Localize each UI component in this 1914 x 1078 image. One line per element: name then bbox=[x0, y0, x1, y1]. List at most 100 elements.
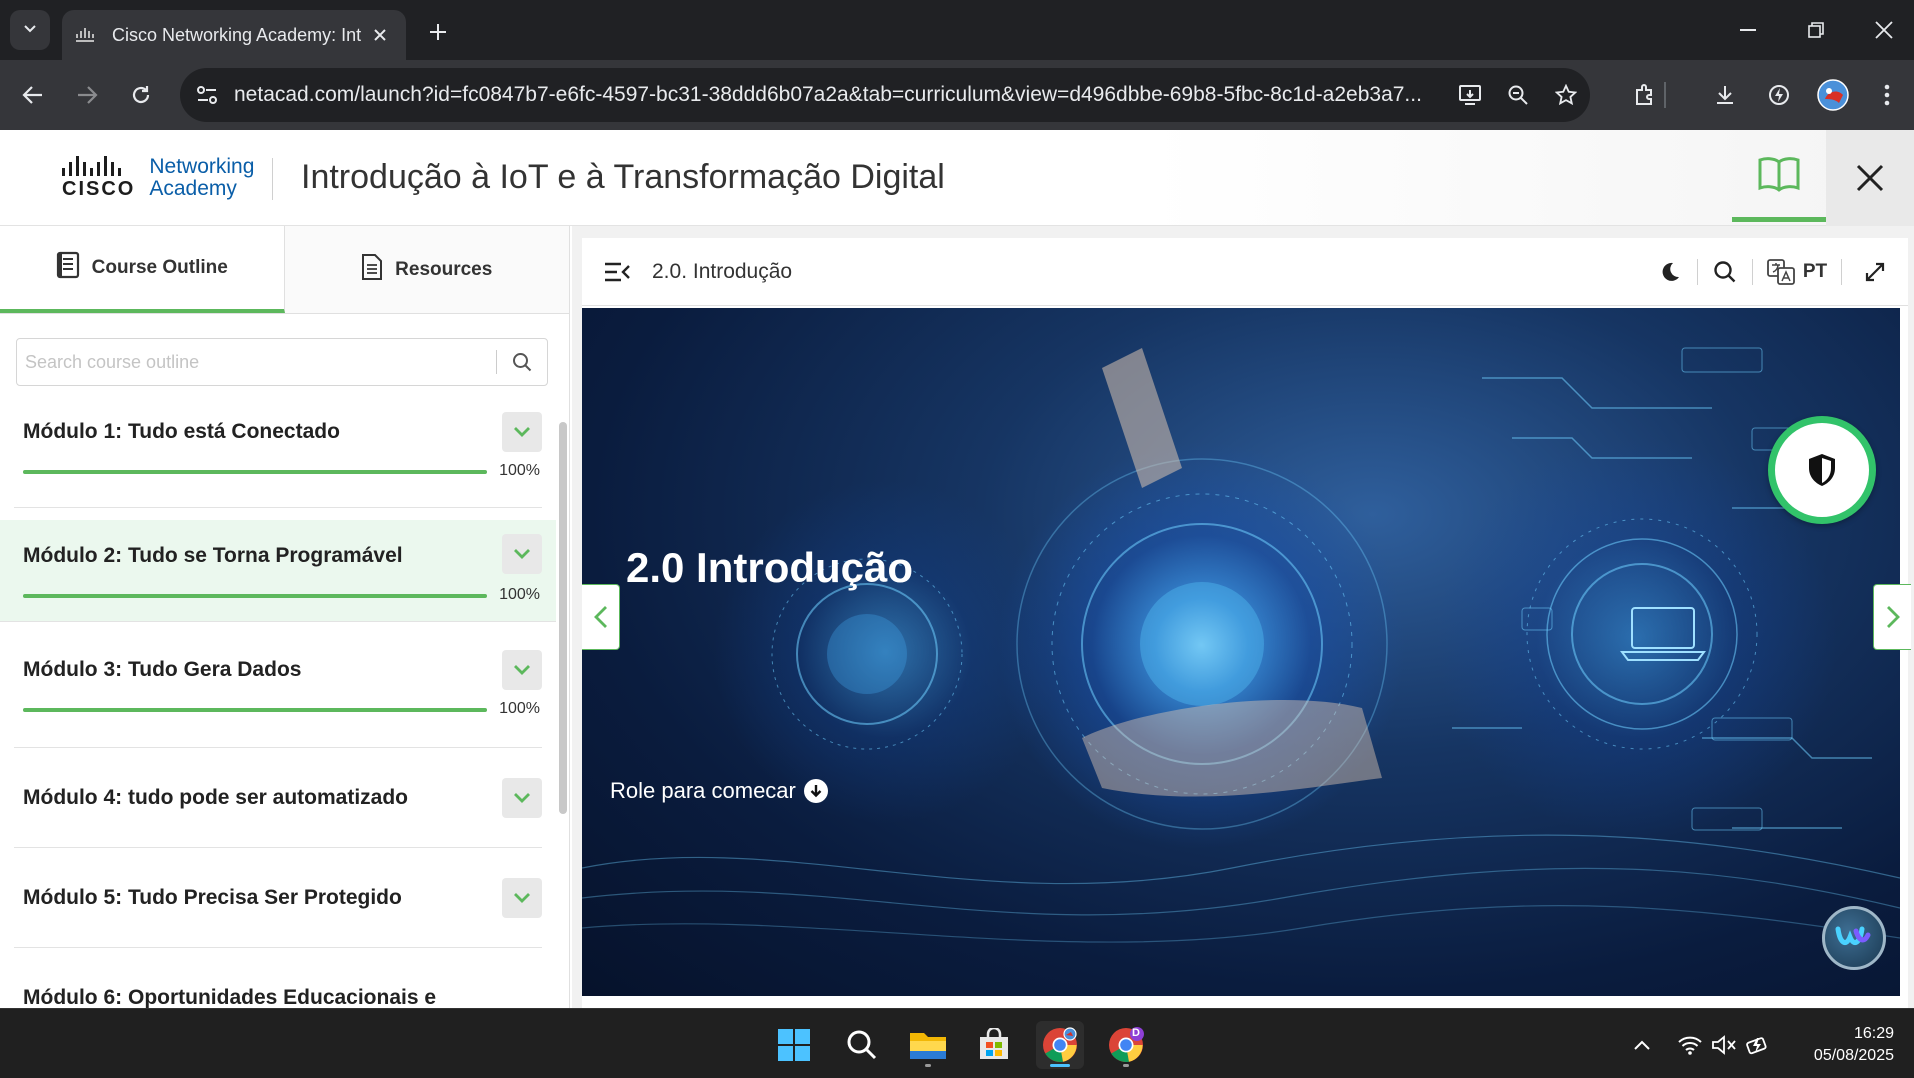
minimize-icon bbox=[1740, 29, 1756, 31]
cisco-bridge-icon bbox=[62, 156, 135, 176]
profile-avatar[interactable] bbox=[1812, 74, 1854, 116]
hero-cta-label: Role para comecar bbox=[610, 778, 796, 803]
reload-button[interactable] bbox=[120, 74, 162, 116]
course-title: Introdução à IoT e à Transformação Digit… bbox=[301, 158, 945, 196]
taskbar-file-explorer[interactable] bbox=[904, 1021, 952, 1069]
restore-button[interactable] bbox=[1786, 10, 1846, 50]
close-icon bbox=[1856, 164, 1884, 192]
volume-muted-icon[interactable] bbox=[1710, 1031, 1738, 1059]
module-expand-button[interactable] bbox=[502, 412, 542, 452]
forward-button[interactable] bbox=[66, 74, 108, 116]
chevron-down-icon bbox=[514, 427, 530, 437]
close-tab-icon[interactable] bbox=[368, 23, 392, 47]
module-title: Módulo 2: Tudo se Torna Programável bbox=[23, 544, 403, 567]
close-window-button[interactable] bbox=[1854, 10, 1914, 50]
next-page-button[interactable] bbox=[1873, 584, 1911, 650]
chevron-down-icon bbox=[514, 665, 530, 675]
taskbar-chrome[interactable] bbox=[1036, 1021, 1084, 1069]
list-item-module-6[interactable]: Módulo 6: Oportunidades Educacionais e bbox=[14, 948, 542, 1008]
language-button[interactable]: PT bbox=[1753, 238, 1841, 306]
taskbar-microsoft-store[interactable] bbox=[970, 1021, 1018, 1069]
module-progress-label: 100% bbox=[499, 586, 540, 603]
tray-overflow-chevron-up-icon[interactable] bbox=[1628, 1031, 1656, 1059]
tab-title: Cisco Networking Academy: Int bbox=[112, 24, 362, 45]
store-icon bbox=[980, 1028, 1008, 1059]
fullscreen-button[interactable] bbox=[1842, 238, 1908, 306]
reload-icon bbox=[132, 86, 150, 104]
battery-charging-icon[interactable] bbox=[1744, 1031, 1772, 1059]
tab-course-outline[interactable]: Course Outline bbox=[0, 226, 285, 313]
module-expand-button[interactable] bbox=[502, 878, 542, 918]
course-book-button[interactable] bbox=[1732, 130, 1826, 222]
browser-tab-active[interactable]: Cisco Networking Academy: Int bbox=[62, 10, 406, 60]
security-shield-button[interactable] bbox=[1768, 416, 1876, 524]
start-button[interactable] bbox=[770, 1021, 818, 1069]
collapse-outline-button[interactable] bbox=[582, 261, 652, 283]
module-expand-button[interactable] bbox=[502, 778, 542, 818]
dark-mode-toggle[interactable] bbox=[1643, 238, 1697, 306]
clock-date: 05/08/2025 bbox=[1813, 1047, 1894, 1064]
tab-course-outline-label: Course Outline bbox=[91, 256, 228, 278]
system-clock[interactable]: 16:29 05/08/2025 bbox=[1814, 1023, 1894, 1067]
close-icon bbox=[1875, 21, 1893, 39]
back-button[interactable] bbox=[12, 74, 54, 116]
list-item-module-3[interactable]: Módulo 3: Tudo Gera Dados 100% bbox=[14, 622, 542, 748]
lesson-title: 2.0. Introdução bbox=[652, 259, 793, 283]
download-icon[interactable] bbox=[1704, 74, 1746, 116]
url-text[interactable]: netacad.com/launch?id=fc0847b7-e6fc-4597… bbox=[234, 83, 1446, 107]
module-title: Módulo 6: Oportunidades Educacionais e bbox=[23, 986, 437, 1008]
install-app-icon[interactable] bbox=[1446, 84, 1494, 106]
minimize-button[interactable] bbox=[1718, 10, 1778, 50]
extensions-icon[interactable] bbox=[1624, 74, 1666, 116]
toolbar-divider bbox=[1664, 82, 1666, 108]
tab-resources[interactable]: Resources bbox=[284, 226, 569, 313]
scroll-to-start-button[interactable]: Role para comecar bbox=[610, 778, 828, 804]
logo-line2: Academy bbox=[149, 177, 237, 200]
list-item-module-5[interactable]: Módulo 5: Tudo Precisa Ser Protegido bbox=[14, 848, 542, 948]
list-item-module-4[interactable]: Módulo 4: tudo pode ser automatizado bbox=[14, 748, 542, 848]
tab-search-button[interactable] bbox=[10, 10, 50, 50]
module-progress-label: 100% bbox=[499, 462, 540, 479]
browser-tab-bar: Cisco Networking Academy: Int bbox=[0, 0, 1914, 60]
module-title: Módulo 4: tudo pode ser automatizado bbox=[23, 786, 408, 809]
document-icon bbox=[56, 251, 80, 285]
module-progress-bar bbox=[23, 594, 487, 598]
search-icon[interactable] bbox=[497, 352, 547, 372]
new-tab-button[interactable] bbox=[418, 14, 458, 50]
outline-search-input[interactable] bbox=[17, 340, 496, 384]
performance-icon[interactable] bbox=[1758, 74, 1800, 116]
taskbar-chrome-profile-d[interactable]: D bbox=[1102, 1021, 1150, 1069]
zoom-icon[interactable] bbox=[1494, 84, 1542, 106]
site-info-icon[interactable] bbox=[180, 85, 234, 105]
address-bar[interactable]: netacad.com/launch?id=fc0847b7-e6fc-4597… bbox=[180, 68, 1590, 122]
module-expand-button[interactable] bbox=[502, 650, 542, 690]
chevron-down-icon bbox=[514, 549, 530, 559]
course-outline-sidebar: Course Outline Resources Módulo 1: Tudo … bbox=[0, 226, 570, 1008]
taskbar-search-button[interactable] bbox=[838, 1021, 886, 1069]
header-divider bbox=[272, 158, 273, 200]
folder-icon bbox=[910, 1033, 946, 1059]
language-label: PT bbox=[1802, 260, 1828, 282]
webex-icon bbox=[1835, 926, 1871, 946]
browser-toolbar: netacad.com/launch?id=fc0847b7-e6fc-4597… bbox=[0, 60, 1914, 130]
list-item-module-2[interactable]: Módulo 2: Tudo se Torna Programável 100% bbox=[0, 520, 556, 622]
menu-collapse-icon bbox=[605, 262, 630, 281]
chrome-icon bbox=[1043, 1027, 1077, 1062]
module-expand-button[interactable] bbox=[502, 534, 542, 574]
search-icon bbox=[1714, 260, 1736, 282]
browser-menu-icon[interactable] bbox=[1866, 74, 1908, 116]
webex-assistant-button[interactable] bbox=[1822, 906, 1886, 970]
list-item-module-1[interactable]: Módulo 1: Tudo está Conectado 100% bbox=[14, 406, 542, 508]
sidebar-scrollbar[interactable] bbox=[559, 422, 567, 814]
close-course-button[interactable] bbox=[1826, 130, 1914, 226]
lesson-toolbar: 2.0. Introdução PT bbox=[582, 238, 1908, 306]
bookmark-star-icon[interactable] bbox=[1542, 84, 1590, 106]
module-list: Módulo 1: Tudo está Conectado 100% Módul… bbox=[0, 406, 556, 1008]
search-content-button[interactable] bbox=[1698, 238, 1752, 306]
tab-resources-label: Resources bbox=[395, 258, 493, 280]
plus-icon bbox=[430, 24, 446, 40]
chevron-down-icon bbox=[514, 893, 530, 903]
wifi-icon[interactable] bbox=[1676, 1031, 1704, 1059]
cisco-networking-academy-logo[interactable]: CISCO Networking Academy bbox=[62, 156, 254, 201]
previous-page-button[interactable] bbox=[582, 584, 620, 650]
